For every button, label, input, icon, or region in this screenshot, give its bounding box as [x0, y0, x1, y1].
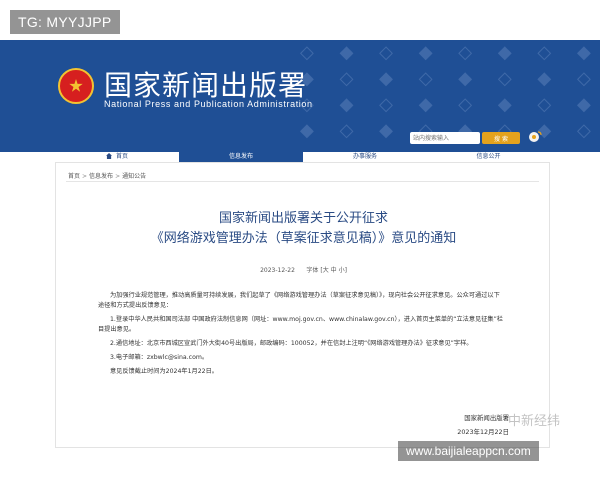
- nav-disclosure[interactable]: 信息公开: [427, 152, 550, 162]
- signature-date: 2023年12月22日: [457, 428, 509, 436]
- overlay-url-tag: www.baijialeappcn.com: [398, 441, 539, 461]
- nav-disclosure-label: 信息公开: [476, 153, 501, 160]
- agency-name-en: National Press and Publication Administr…: [104, 99, 313, 109]
- weibo-icon[interactable]: [528, 130, 542, 142]
- article-title-line1: 国家新闻出版署关于公开征求: [218, 211, 388, 226]
- nav-services[interactable]: 办事服务: [303, 152, 427, 162]
- breadcrumb-home[interactable]: 首页: [68, 173, 80, 180]
- site-header: ◇ ◆ ◇ ◆ ◇ ◆ ◇ ◆ ◇ ◆ ◇ ◆ ◇ ◆ ◇ ◆ ◇ ◆ ◇ ◆ …: [0, 40, 600, 152]
- main-nav: 首页 信息发布 办事服务 信息公开: [55, 152, 550, 162]
- article-panel: 首页 > 信息发布 > 通知公告 国家新闻出版署关于公开征求 《网络游戏管理办法（草案征…: [55, 162, 550, 448]
- screenshot: ◇ ◆ ◇ ◆ ◇ ◆ ◇ ◆ ◇ ◆ ◇ ◆ ◇ ◆ ◇ ◆ ◇ ◆ ◇ ◆ …: [0, 0, 600, 480]
- overlay-watermark: 中新经纬: [508, 414, 561, 429]
- breadcrumb-notices[interactable]: 通知公告: [122, 173, 146, 180]
- site-search-input[interactable]: [410, 132, 480, 144]
- breadcrumb-info-release[interactable]: 信息发布: [89, 173, 113, 180]
- font-size-medium[interactable]: 中: [331, 267, 337, 274]
- nav-home[interactable]: 首页: [55, 152, 179, 162]
- site-search-button[interactable]: 搜 索: [482, 132, 520, 144]
- nav-info-release-label: 信息发布: [228, 153, 253, 160]
- article-signature: 国家新闻出版署 2023年12月22日: [457, 411, 509, 439]
- national-emblem-icon: [58, 68, 94, 104]
- signature-org: 国家新闻出版署: [464, 414, 509, 422]
- nav-info-release[interactable]: 信息发布: [179, 152, 303, 162]
- article-paragraph: 意见反馈截止时间为2024年1月22日。: [110, 368, 218, 375]
- home-icon: [106, 153, 113, 159]
- breadcrumb-separator: >: [115, 173, 121, 180]
- article-paragraph: 为加强行业规范管理，推动高质量可持续发展，我们起草了《网络游戏管理办法（草案征求…: [98, 292, 500, 309]
- emblem-star-icon: [69, 79, 83, 92]
- agency-name-cn: 国家新闻出版署: [104, 69, 308, 102]
- breadcrumb: 首页 > 信息发布 > 通知公告: [68, 171, 146, 180]
- article-body: 为加强行业规范管理，推动高质量可持续发展，我们起草了《网络游戏管理办法（草案征求…: [98, 291, 503, 381]
- breadcrumb-separator: >: [82, 173, 88, 180]
- article-paragraph: 3.电子邮箱：zxbwlc@sina.com。: [110, 354, 209, 361]
- nav-services-label: 办事服务: [352, 153, 377, 160]
- article-paragraph: 2.通信地址：北京市西城区宣武门外大街40号出版局，邮政编码：100052，并在…: [110, 340, 473, 347]
- article-paragraph: 1.登录中华人民共和国司法部 中国政府法制信息网（网址：www.moj.gov.…: [98, 316, 503, 333]
- article-meta: 2023-12-22 字体 [大 中 小]: [56, 265, 551, 274]
- font-size-large[interactable]: 大: [323, 267, 329, 274]
- font-size-label: 字体: [306, 267, 319, 274]
- breadcrumb-divider: [66, 181, 539, 182]
- article-date: 2023-12-22: [260, 267, 295, 274]
- nav-home-label: 首页: [115, 153, 128, 160]
- article-title-line2: 《网络游戏管理办法（草案征求意见稿）》意见的通知: [150, 231, 457, 246]
- overlay-tg-tag: TG: MYYJJPP: [10, 10, 120, 34]
- font-size-bracket-close: ]: [344, 267, 347, 274]
